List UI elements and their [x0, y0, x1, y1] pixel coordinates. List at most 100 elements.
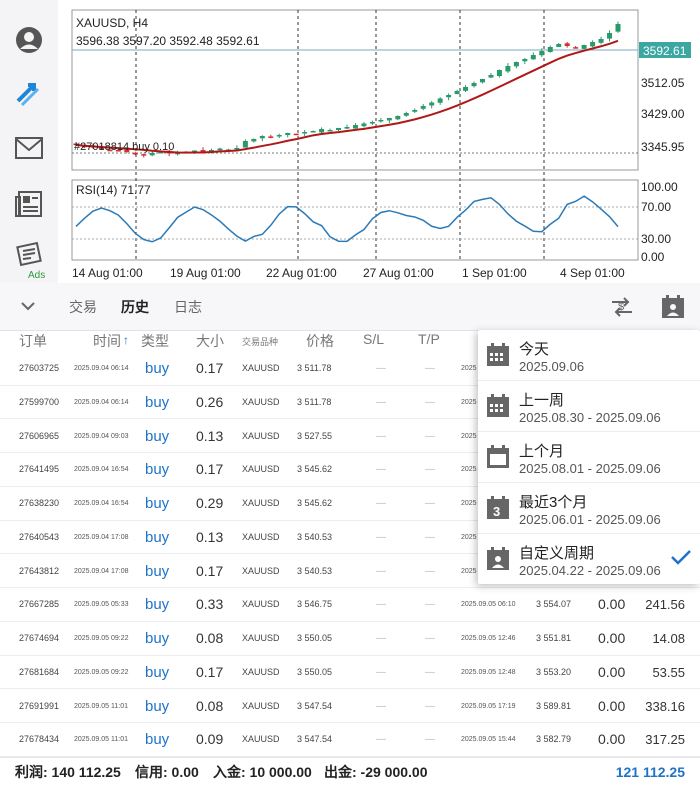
left-sidebar: Ads	[0, 0, 58, 283]
period-title: 最近3个月	[519, 494, 588, 511]
period-last-week[interactable]: 上一周 2025.08.30 - 2025.09.06	[478, 381, 700, 432]
news-button[interactable]	[0, 176, 58, 232]
period-last-3-months[interactable]: 3 最近3个月 2025.06.01 - 2025.09.06	[478, 483, 700, 534]
calendar-icon	[487, 445, 509, 468]
table-row[interactable]: 27678434 2025.09.05 11:01 buy 0.09 XAUUSD 3 5…	[0, 723, 700, 757]
close-time: 2025	[461, 432, 477, 440]
stop-loss: —	[376, 396, 386, 408]
open-price: 3 547.54	[297, 734, 333, 745]
candle-body	[386, 118, 392, 121]
period-range: 2025.08.30 - 2025.09.06	[519, 410, 661, 425]
col-size[interactable]: 大小	[196, 331, 224, 351]
order-size: 0.08	[196, 697, 224, 714]
close-price: 3 551.81	[536, 633, 572, 643]
chevron-down-icon[interactable]	[20, 300, 36, 312]
col-price[interactable]: 价格	[306, 331, 334, 351]
account-button[interactable]	[0, 12, 58, 68]
close-time: 2025	[461, 533, 477, 541]
rsi-pane-frame	[71, 179, 639, 261]
price-chart[interactable]: 3592.61 XAUUSD, H4 3596.38 3597.20 3592.…	[58, 0, 700, 283]
symbol: XAUUSD	[242, 633, 280, 643]
candle-body	[437, 98, 443, 103]
table-row[interactable]: 27674694 2025.09.05 09:22 buy 0.08 XAUUSD 3 5…	[0, 622, 700, 656]
candle-body	[573, 47, 579, 49]
table-row[interactable]: 27667285 2025.09.05 05:33 buy 0.33 XAUUSD 3 5…	[0, 588, 700, 622]
order-size: 0.13	[196, 427, 224, 444]
take-profit: —	[425, 565, 435, 577]
candle-body	[513, 62, 519, 67]
rsi-label: RSI(14) 71.77	[76, 183, 151, 197]
col-time[interactable]: 时间	[93, 331, 121, 351]
order-type: buy	[145, 731, 170, 749]
mail-button[interactable]	[0, 120, 58, 176]
candle-body	[403, 113, 409, 116]
tab-trade[interactable]: 交易	[69, 283, 97, 331]
check-icon	[671, 550, 691, 565]
price-tick-label: 3429.00	[641, 107, 685, 121]
col-sl[interactable]: S/L	[363, 331, 384, 347]
open-price: 3 511.78	[297, 396, 332, 407]
stop-loss: —	[376, 666, 386, 678]
col-symbol[interactable]: 交易品种	[242, 335, 278, 348]
candle-body	[302, 132, 308, 134]
commission: 0.00	[598, 630, 626, 646]
trade-button[interactable]	[0, 66, 58, 122]
account-summary: 利润: 140 112.25 信用: 0.00 入金: 10 000.00 出金…	[0, 757, 700, 786]
order-size: 0.13	[196, 528, 224, 545]
rsi-line	[75, 195, 619, 243]
tab-history[interactable]: 历史	[121, 283, 149, 331]
candle-body	[361, 123, 367, 127]
rsi-tick-label: 70.00	[641, 200, 671, 214]
symbol: XAUUSD	[242, 464, 280, 475]
open-time: 2025.09.04 16:54	[74, 500, 129, 507]
open-price: 3 540.53	[297, 531, 333, 542]
take-profit: —	[425, 633, 435, 644]
time-tick-label: 27 Aug 01:00	[363, 266, 434, 280]
col-tp[interactable]: T/P	[418, 331, 440, 347]
sort-up-icon: ↑	[123, 333, 129, 347]
close-price: 3 554.07	[536, 599, 572, 610]
time-tick-label: 4 Sep 01:00	[560, 266, 625, 280]
period-last-month[interactable]: 上个月 2025.08.01 - 2025.09.06	[478, 432, 700, 483]
candle-body	[539, 51, 545, 56]
open-time: 2025.09.04 17:08	[74, 567, 129, 575]
col-order[interactable]: 订单	[19, 331, 47, 351]
col-type[interactable]: 类型	[141, 331, 169, 351]
stop-loss: —	[376, 700, 386, 712]
order-id: 27678434	[19, 734, 60, 745]
news-icon	[15, 191, 42, 217]
open-time: 2025.09.04 16:54	[74, 466, 129, 474]
order-id: 27643812	[19, 565, 60, 576]
period-custom[interactable]: 自定义周期 2025.04.22 - 2025.09.06	[478, 534, 700, 585]
candle-body	[259, 136, 265, 139]
table-row[interactable]: 27681684 2025.09.05 09:22 buy 0.17 XAUUSD 3 5…	[0, 655, 700, 690]
candle-body	[285, 133, 291, 136]
period-calendar-icon[interactable]	[660, 294, 686, 320]
rsi-tick-label: 30.00	[641, 232, 671, 246]
period-today[interactable]: 今天 2025.09.06	[478, 330, 700, 381]
take-profit: —	[425, 734, 435, 746]
take-profit: —	[425, 396, 435, 408]
mail-icon	[15, 137, 43, 159]
profit: 241.56	[645, 597, 685, 613]
take-profit: —	[425, 430, 435, 442]
candle-body	[420, 106, 426, 109]
close-time: 2025.09.05 12:46	[461, 635, 516, 642]
commission: 0.00	[598, 697, 626, 714]
take-profit: —	[425, 700, 435, 712]
order-size: 0.17	[196, 562, 224, 579]
sort-currency-icon[interactable]: $	[608, 294, 636, 320]
stop-loss: —	[376, 531, 386, 543]
time-tick-label: 22 Aug 01:00	[266, 266, 337, 280]
candle-body	[310, 131, 316, 133]
order-id: 27691991	[19, 700, 60, 711]
close-time: 2025	[461, 500, 477, 507]
tab-journal[interactable]: 日志	[174, 283, 202, 331]
close-time: 2025	[461, 398, 477, 406]
order-size: 0.17	[196, 461, 224, 478]
table-row[interactable]: 27691991 2025.09.05 11:01 buy 0.08 XAUUSD 3 5…	[0, 689, 700, 723]
stop-loss: —	[376, 430, 386, 442]
current-price-text: 3592.61	[643, 44, 687, 58]
candle-body	[242, 141, 248, 148]
time-axis: 14 Aug 01:00 19 Aug 01:00 22 Aug 01:00 27 A…	[72, 266, 625, 280]
